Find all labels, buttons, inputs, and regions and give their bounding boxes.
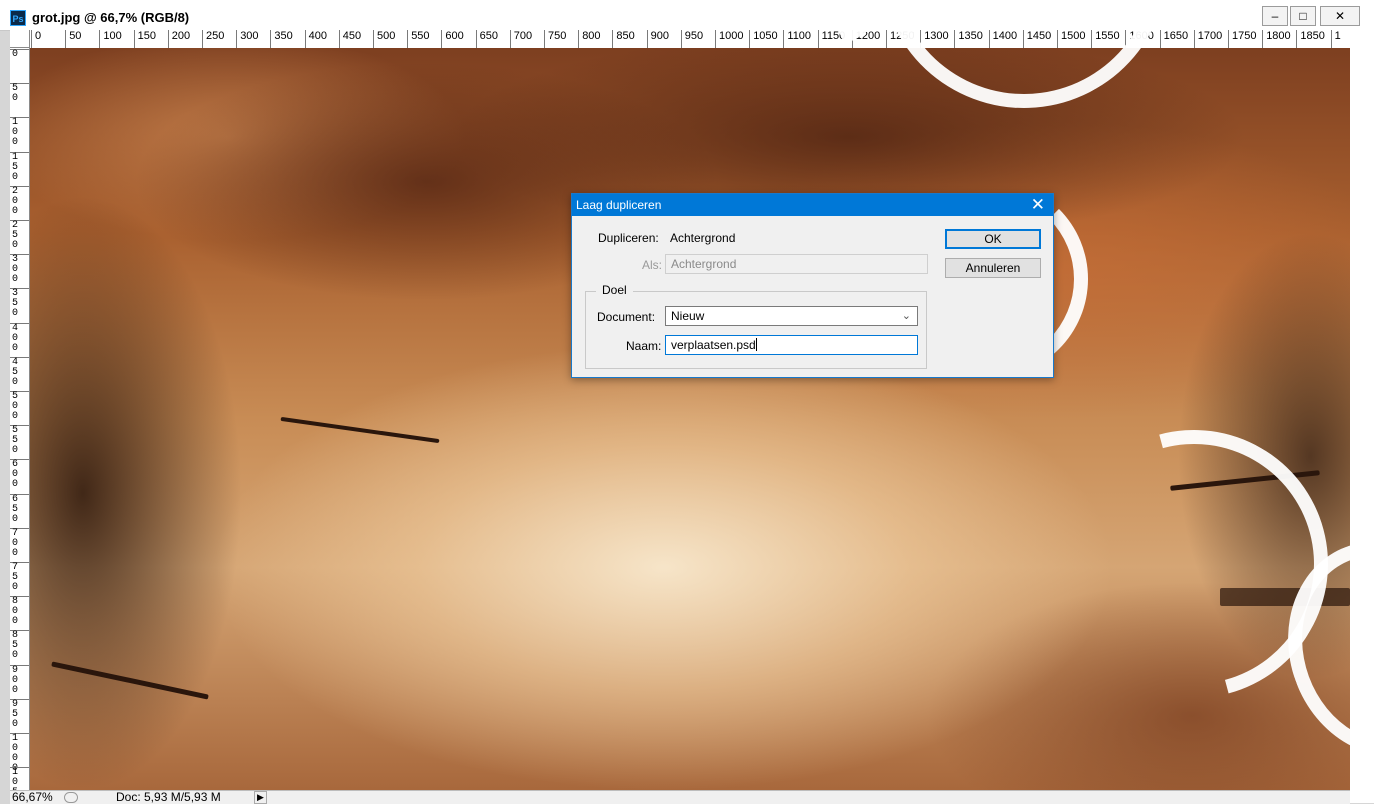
ruler-tick: 650 (475, 30, 498, 48)
ruler-tick: 2 0 0 (10, 185, 29, 217)
target-legend: Doel (596, 283, 633, 297)
text-caret (755, 338, 757, 351)
ruler-tick: 150 (133, 30, 156, 48)
ruler-tick: 7 5 0 (10, 562, 29, 593)
share-icon[interactable] (64, 792, 78, 803)
ruler-tick: 350 (270, 30, 293, 48)
ruler-tick: 2 5 0 (10, 220, 29, 251)
ruler-tick: 6 0 0 (10, 459, 29, 490)
document-select[interactable]: Nieuw ⌄ (665, 306, 918, 326)
name-input[interactable]: verplaatsen.psd (665, 335, 918, 355)
ruler-tick: 0 (31, 30, 41, 48)
rock-crack (51, 661, 209, 700)
document-select-value: Nieuw (671, 309, 705, 323)
ruler-tick: 9 0 0 (10, 664, 29, 696)
ruler-tick: 1850 (1296, 30, 1325, 48)
zoom-level[interactable]: 66,67% (12, 791, 53, 804)
close-icon[interactable]: ✕ (1031, 195, 1045, 215)
duplicate-value: Achtergrond (670, 231, 736, 245)
ruler-tick: 4 0 0 (10, 322, 29, 354)
ruler-tick: 550 (407, 30, 430, 48)
name-input-value: verplaatsen.psd (671, 338, 756, 352)
ruler-tick: 50 (65, 30, 81, 48)
ruler-tick: 6 5 0 (10, 493, 29, 525)
horizontal-ruler[interactable]: 0 50 100 150 200 250 300 350 400 450 500 550 600 650 7… (30, 30, 1350, 49)
ruler-tick: 700 (509, 30, 532, 48)
target-group (585, 291, 927, 369)
ruler-tick: 9 5 0 (10, 698, 29, 730)
ruler-tick: 800 (578, 30, 601, 48)
ruler-tick: 250 (202, 30, 224, 48)
chevron-down-icon: ⌄ (901, 310, 911, 322)
ruler-tick: 3 0 0 (10, 254, 29, 285)
ruler-tick: 300 (236, 30, 259, 48)
ruler-tick: 1 (1330, 30, 1341, 48)
maximize-button[interactable]: □ (1290, 6, 1316, 26)
ruler-tick: 5 0 (10, 83, 29, 104)
document-info: Doc: 5,93 M/5,93 M (116, 790, 221, 804)
ruler-tick: 1650 (1159, 30, 1188, 48)
document-title: grot.jpg @ 66,7% (RGB/8) (32, 10, 190, 25)
vertical-ruler[interactable]: 0 5 0 1 0 0 1 5 0 2 0 0 2 5 0 3 0 0 3 5 0 4 0 0 4… (10, 48, 30, 790)
rock-crack (280, 416, 440, 444)
ruler-tick: 4 5 0 (10, 356, 29, 388)
ruler-tick: 3 5 0 (10, 288, 29, 319)
duplicate-label: Dupliceren: (598, 231, 659, 245)
duplicate-layer-dialog: Laag dupliceren ✕ Dupliceren: Achtergron… (571, 193, 1054, 378)
as-field: Achtergrond (665, 254, 928, 274)
ruler-tick: 5 0 0 (10, 391, 29, 422)
ruler-tick: 0 (10, 49, 29, 60)
name-label: Naam: (626, 339, 662, 353)
dialog-title-bar: Laag dupliceren ✕ (572, 194, 1053, 216)
cancel-button[interactable]: Annuleren (945, 258, 1041, 278)
ruler-tick: 1700 (1193, 30, 1222, 48)
minimize-button[interactable]: – (1262, 6, 1288, 26)
ruler-tick: 8 0 0 (10, 596, 29, 627)
ruler-tick: 950 (680, 30, 703, 48)
ruler-tick: 1 0 5 (10, 767, 29, 790)
ruler-tick: 8 5 0 (10, 630, 29, 661)
document-label: Document: (597, 310, 656, 324)
ruler-corner (10, 30, 30, 48)
ok-button[interactable]: OK (945, 229, 1041, 249)
ruler-tick: 850 (612, 30, 635, 48)
ruler-tick: 450 (338, 30, 361, 48)
ruler-tick: 200 (167, 30, 190, 48)
status-bar: 66,67% Doc: 5,93 M/5,93 M ▶ (10, 790, 1350, 804)
status-menu-arrow[interactable]: ▶ (254, 791, 267, 804)
ruler-tick: 5 5 0 (10, 425, 29, 456)
as-label: Als: (642, 258, 663, 272)
ruler-tick: 100 (99, 30, 122, 48)
ruler-tick: 1750 (1228, 30, 1256, 48)
ruler-tick: 1 0 0 (10, 117, 29, 148)
ruler-tick: 600 (441, 30, 464, 48)
close-window-button[interactable]: ✕ (1320, 6, 1360, 26)
ruler-tick: 900 (646, 30, 669, 48)
ruler-tick: 750 (544, 30, 566, 48)
ruler-tick: 500 (373, 30, 395, 48)
ruler-tick: 400 (304, 30, 327, 48)
photoshop-icon: Ps (10, 10, 26, 26)
ruler-tick: 1 5 0 (10, 151, 29, 183)
ruler-tick: 1800 (1262, 30, 1291, 48)
dialog-title: Laag dupliceren (576, 198, 662, 212)
ruler-tick: 7 0 0 (10, 527, 29, 559)
